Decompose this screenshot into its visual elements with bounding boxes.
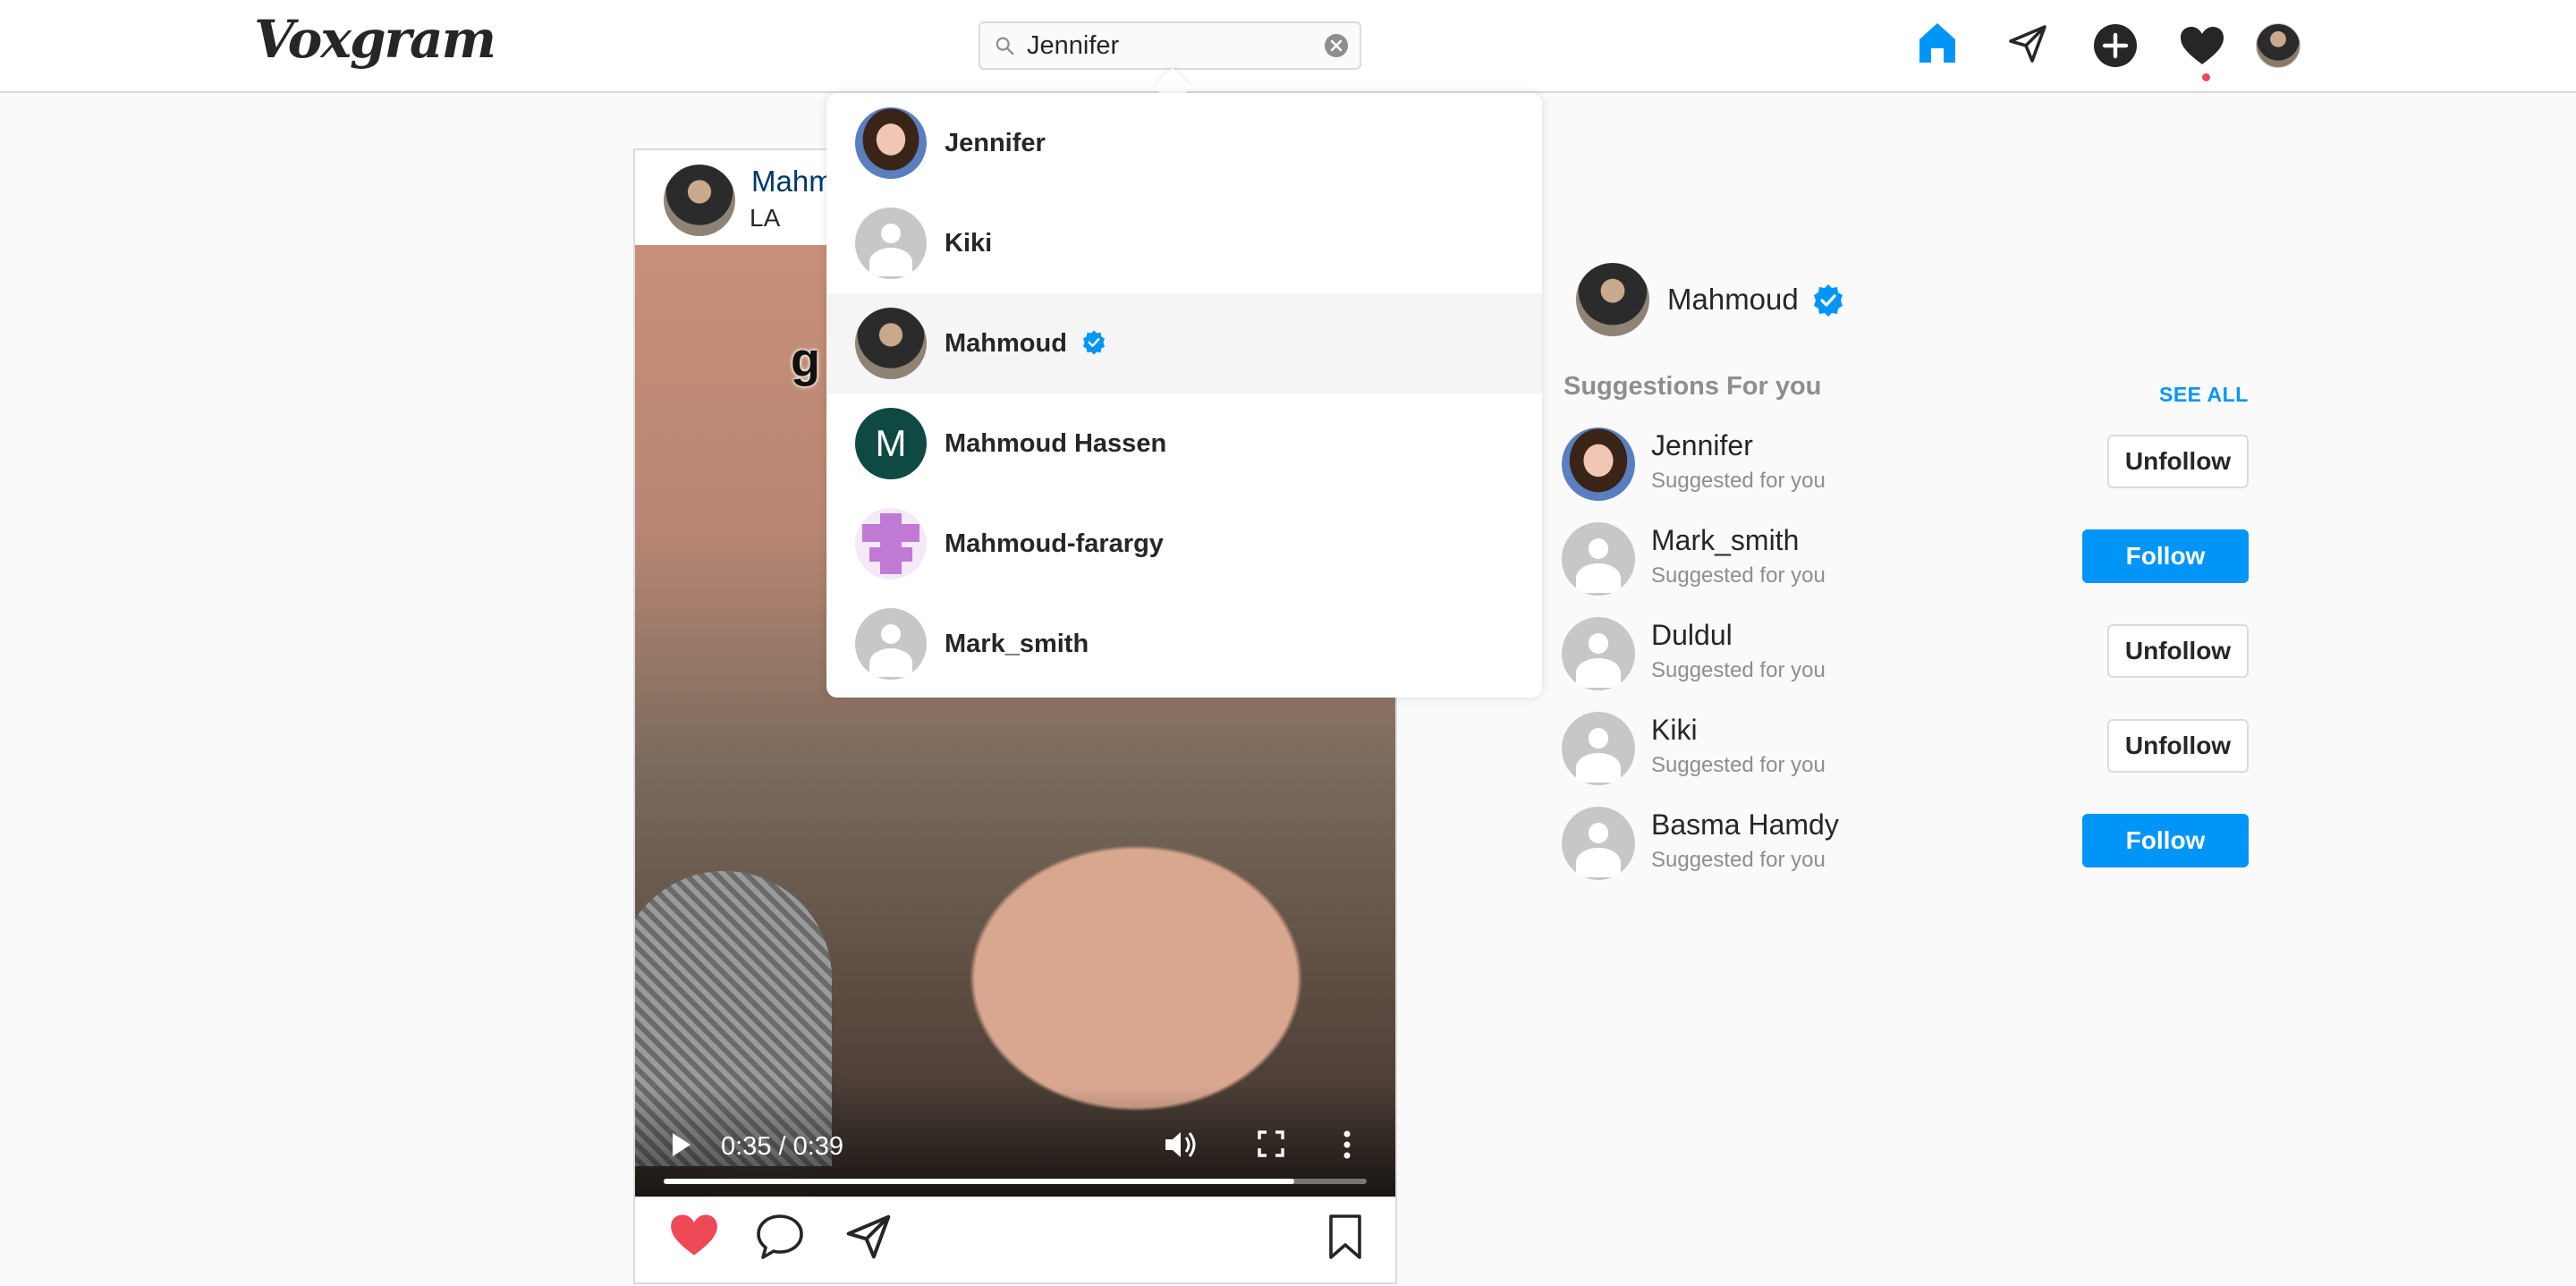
post-author-avatar[interactable]	[664, 165, 735, 236]
post-actions	[635, 1197, 1395, 1286]
suggestion-subtitle: Suggested for you	[1651, 753, 1826, 777]
suggestion-avatar[interactable]	[1562, 807, 1635, 880]
search-icon	[996, 37, 1014, 55]
clear-icon[interactable]	[1324, 33, 1349, 58]
fullscreen-icon[interactable]	[1256, 1129, 1286, 1159]
result-name: Mahmoud-farargy	[945, 529, 1164, 558]
bookmark-icon[interactable]	[1327, 1213, 1363, 1261]
suggestion-username[interactable]: Jennifer	[1651, 429, 1753, 462]
suggestions-title: Suggestions For you	[1563, 372, 1822, 401]
suggestion-avatar[interactable]	[1562, 617, 1635, 690]
suggestion-username[interactable]: Duldul	[1651, 619, 1733, 652]
play-icon[interactable]	[669, 1130, 694, 1159]
current-user-name[interactable]: Mahmoud	[1667, 283, 1799, 317]
search-result-item[interactable]: Kiki	[826, 193, 1542, 293]
result-name: Mahmoud	[945, 329, 1067, 358]
volume-icon[interactable]	[1163, 1129, 1199, 1161]
home-icon[interactable]	[1916, 20, 1959, 66]
app-logo[interactable]: Voxgram	[254, 9, 496, 70]
suggestion-row: Mark_smith Suggested for you Follow	[1562, 517, 2250, 597]
result-avatar	[855, 308, 927, 379]
follow-button[interactable]: Follow	[2082, 814, 2249, 867]
verified-icon	[1083, 330, 1105, 355]
result-avatar	[855, 508, 927, 580]
search-result-item[interactable]: Mahmoud	[826, 293, 1542, 393]
suggestion-username[interactable]: Kiki	[1651, 714, 1698, 747]
video-caption-text: g	[791, 334, 820, 387]
suggestion-subtitle: Suggested for you	[1651, 658, 1826, 682]
result-avatar	[855, 107, 927, 179]
suggestion-avatar[interactable]	[1562, 522, 1635, 596]
result-name: Mahmoud Hassen	[945, 429, 1167, 458]
suggestion-row: Jennifer Suggested for you Unfollow	[1562, 422, 2250, 503]
search-result-item[interactable]: Jennifer	[826, 93, 1542, 193]
add-icon[interactable]	[2093, 23, 2138, 68]
suggestion-subtitle: Suggested for you	[1651, 469, 1826, 493]
suggestion-row: Basma Hamdy Suggested for you Follow	[1562, 801, 2250, 882]
see-all-link[interactable]: SEE ALL	[2159, 383, 2249, 407]
current-user-avatar[interactable]	[1576, 263, 1649, 336]
more-icon[interactable]	[1342, 1129, 1352, 1161]
suggestion-row: Kiki Suggested for you Unfollow	[1562, 706, 2250, 787]
result-avatar: M	[855, 408, 927, 479]
suggestion-username[interactable]: Basma Hamdy	[1651, 808, 1839, 842]
video-progress-bar[interactable]	[664, 1179, 1367, 1184]
search-result-item[interactable]: Mark_smith	[826, 594, 1542, 694]
search-result-item[interactable]: M Mahmoud Hassen	[826, 393, 1542, 494]
suggestion-subtitle: Suggested for you	[1651, 848, 1826, 872]
notification-dot	[2202, 73, 2210, 81]
suggestion-username[interactable]: Mark_smith	[1651, 524, 1799, 557]
result-name: Kiki	[945, 229, 993, 258]
unfollow-button[interactable]: Unfollow	[2107, 719, 2249, 773]
result-name: Jennifer	[945, 129, 1046, 157]
follow-button[interactable]: Follow	[2082, 529, 2249, 583]
send-icon[interactable]	[2007, 23, 2048, 64]
comment-icon[interactable]	[755, 1213, 805, 1261]
search-results-dropdown: Jennifer Kiki Mahmoud M Mahmoud Hassen M…	[826, 93, 1542, 698]
suggestion-avatar[interactable]	[1562, 427, 1635, 501]
unfollow-button[interactable]: Unfollow	[2107, 624, 2249, 678]
result-avatar	[855, 207, 927, 279]
video-controls: 0:35 / 0:39	[635, 1086, 1395, 1197]
video-progress-fill	[664, 1179, 1295, 1184]
search-input[interactable]	[1027, 30, 1313, 61]
result-name: Mark_smith	[945, 630, 1089, 658]
post-location: LA	[750, 204, 781, 232]
unfollow-button[interactable]: Unfollow	[2107, 435, 2249, 488]
suggestion-row: Duldul Suggested for you Unfollow	[1562, 612, 2250, 692]
share-icon[interactable]	[844, 1213, 893, 1261]
search-box[interactable]	[979, 21, 1361, 70]
verified-icon	[1814, 284, 1843, 317]
profile-avatar[interactable]	[2256, 23, 2301, 68]
search-result-item[interactable]: Mahmoud-farargy	[826, 494, 1542, 594]
suggestion-avatar[interactable]	[1562, 712, 1635, 785]
top-navigation-bar: Voxgram	[0, 0, 2576, 93]
video-time: 0:35 / 0:39	[721, 1132, 844, 1161]
suggestion-subtitle: Suggested for you	[1651, 563, 1826, 588]
heart-icon[interactable]	[2179, 25, 2225, 66]
result-avatar	[855, 608, 927, 680]
post-author-name[interactable]: Mahm	[751, 165, 834, 199]
like-heart-icon[interactable]	[669, 1213, 719, 1257]
